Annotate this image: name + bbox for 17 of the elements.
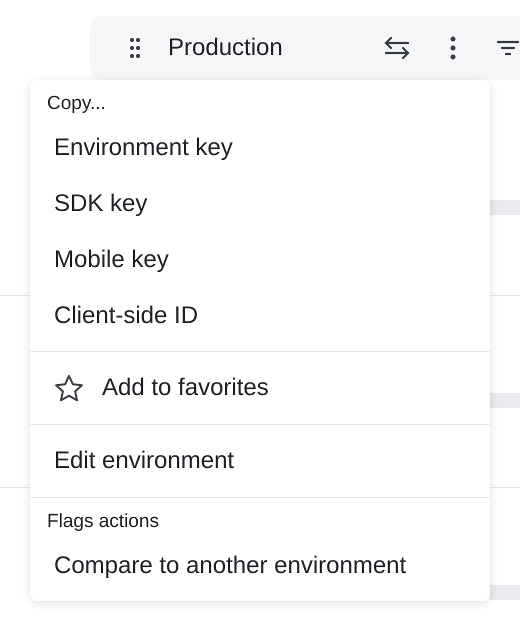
menu-section-heading: Copy... <box>46 92 106 116</box>
environment-title: Production <box>168 33 284 63</box>
more-options-button[interactable] <box>450 36 456 60</box>
placeholder-bar <box>490 585 520 600</box>
menu-section-heading: Flags actions <box>46 510 159 534</box>
menu-item[interactable]: Mobile key <box>30 232 490 288</box>
menu-item[interactable]: Environment key <box>30 120 490 176</box>
menu-item[interactable]: Client-side ID <box>30 288 490 344</box>
swap-button[interactable] <box>384 36 410 60</box>
menu-item[interactable]: SDK key <box>30 176 490 232</box>
placeholder-bar <box>490 393 520 408</box>
drag-handle-icon <box>130 37 140 59</box>
menu-item[interactable]: Compare to another environment <box>30 538 490 594</box>
placeholder-bar <box>490 200 520 215</box>
menu-item[interactable]: Edit environment <box>30 433 490 489</box>
star-icon <box>54 374 84 402</box>
menu-item[interactable]: Add to favorites <box>30 360 490 416</box>
